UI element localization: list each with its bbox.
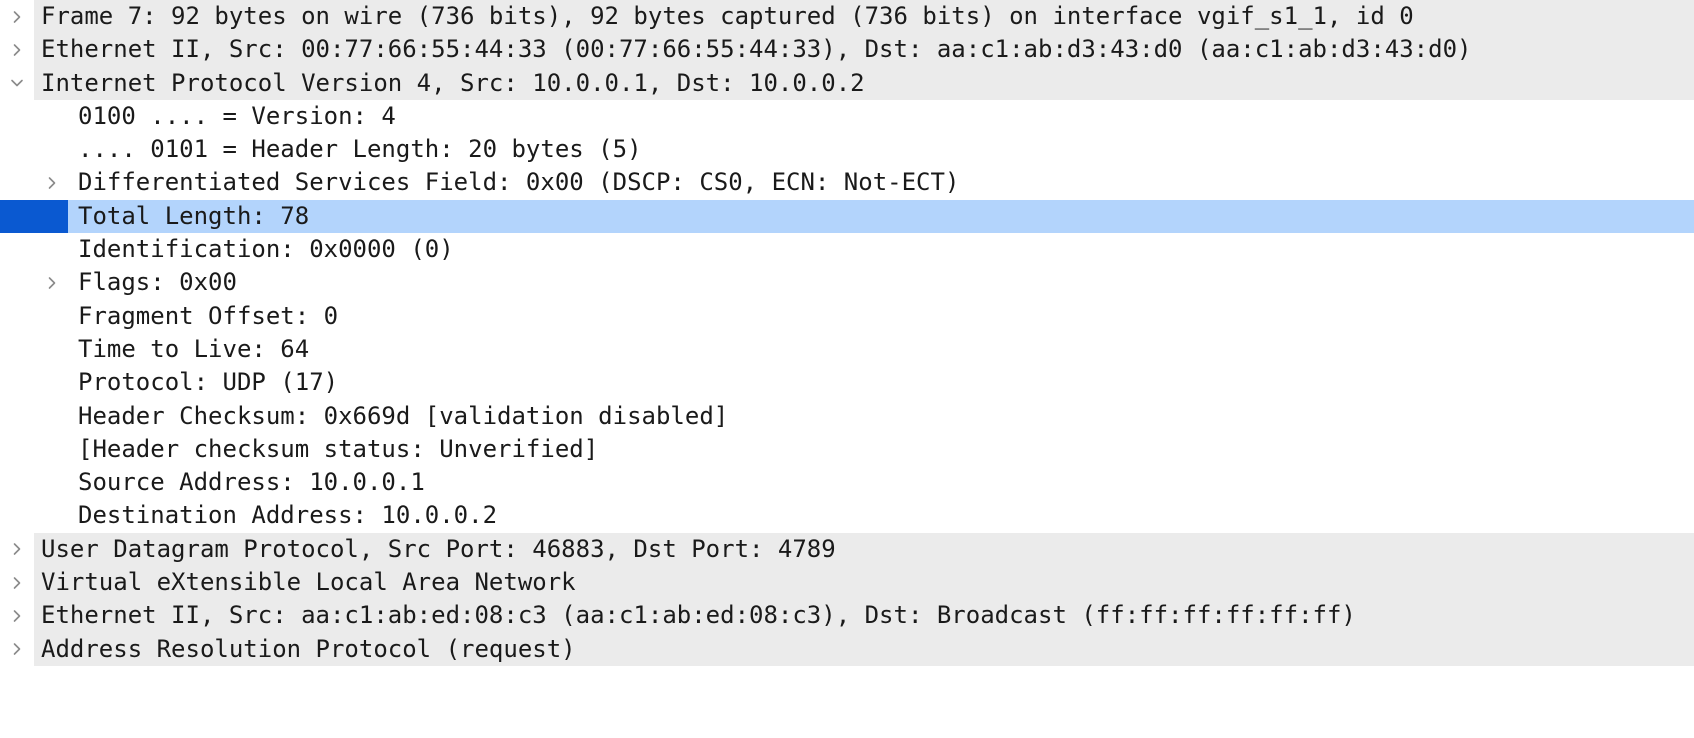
tree-row-label: Source Address: 10.0.0.1	[78, 468, 425, 497]
selection-marker	[0, 199, 68, 234]
tree-row-label: Frame 7: 92 bytes on wire (736 bits), 92…	[41, 2, 1414, 30]
tree-row-label: Virtual eXtensible Local Area Network	[41, 568, 576, 597]
tree-row-label: Address Resolution Protocol (request)	[41, 634, 576, 663]
tree-row-field[interactable]: Flags: 0x00	[0, 266, 1694, 300]
tree-row-protocol[interactable]: Frame 7: 92 bytes on wire (736 bits), 92…	[13, 0, 1694, 34]
tree-row-field[interactable]: [Header checksum status: Unverified]	[0, 432, 1694, 467]
tree-row-protocol[interactable]: Address Resolution Protocol (request)	[13, 632, 1694, 666]
chevron-right-icon[interactable]	[42, 266, 62, 299]
chevron-right-icon[interactable]	[0, 533, 34, 566]
tree-row-protocol[interactable]: User Datagram Protocol, Src Port: 46883,…	[13, 532, 1694, 567]
tree-row-field[interactable]: Header Checksum: 0x669d [validation disa…	[0, 399, 1694, 433]
tree-row-selected[interactable]: Total Length: 78	[0, 199, 1694, 234]
tree-row-field[interactable]: .... 0101 = Header Length: 20 bytes (5)	[0, 133, 1694, 167]
chevron-right-icon[interactable]	[0, 633, 34, 666]
chevron-right-icon[interactable]	[42, 166, 62, 199]
tree-row-protocol[interactable]: Ethernet II, Src: 00:77:66:55:44:33 (00:…	[13, 33, 1694, 67]
tree-row-label: 0100 .... = Version: 4	[78, 101, 396, 130]
tree-row-label: Header Checksum: 0x669d [validation disa…	[78, 401, 729, 430]
tree-row-label: Differentiated Services Field: 0x00 (DSC…	[78, 168, 960, 197]
tree-row-label: Ethernet II, Src: 00:77:66:55:44:33 (00:…	[41, 35, 1472, 64]
tree-row-label: Destination Address: 10.0.0.2	[78, 501, 498, 530]
chevron-right-icon[interactable]	[0, 33, 34, 66]
tree-row-protocol[interactable]: Ethernet II, Src: aa:c1:ab:ed:08:c3 (aa:…	[13, 599, 1694, 633]
tree-row-field[interactable]: 0100 .... = Version: 4	[0, 99, 1694, 134]
tree-row-label: Fragment Offset: 0	[78, 301, 339, 330]
tree-row-label: Flags: 0x00	[78, 268, 237, 297]
tree-row-field[interactable]: Fragment Offset: 0	[0, 299, 1694, 333]
tree-row-field[interactable]: Protocol: UDP (17)	[0, 366, 1694, 400]
tree-row-field[interactable]: Destination Address: 10.0.0.2	[0, 499, 1694, 533]
tree-row-field[interactable]: Time to Live: 64	[0, 332, 1694, 367]
chevron-right-icon[interactable]	[0, 599, 34, 632]
tree-row-label: User Datagram Protocol, Src Port: 46883,…	[41, 534, 836, 563]
tree-row-protocol[interactable]: Virtual eXtensible Local Area Network	[13, 566, 1694, 600]
chevron-down-icon[interactable]	[0, 67, 34, 100]
tree-row-label: Protocol: UDP (17)	[78, 368, 339, 397]
tree-row-label: [Header checksum status: Unverified]	[78, 434, 599, 463]
tree-row-field[interactable]: Source Address: 10.0.0.1	[0, 466, 1694, 500]
tree-row-label: Identification: 0x0000 (0)	[78, 235, 454, 264]
tree-row-label: Time to Live: 64	[78, 334, 310, 363]
tree-row-label: Ethernet II, Src: aa:c1:ab:ed:08:c3 (aa:…	[41, 601, 1356, 630]
tree-row-label: .... 0101 = Header Length: 20 bytes (5)	[78, 135, 642, 164]
tree-row-field[interactable]: Differentiated Services Field: 0x00 (DSC…	[0, 166, 1694, 200]
chevron-right-icon[interactable]	[0, 566, 34, 599]
tree-row-label: Total Length: 78	[78, 201, 310, 230]
tree-row-label: Internet Protocol Version 4, Src: 10.0.0…	[41, 68, 865, 97]
packet-details-tree[interactable]: Frame 7: 92 bytes on wire (736 bits), 92…	[0, 0, 1694, 666]
tree-row-protocol[interactable]: Internet Protocol Version 4, Src: 10.0.0…	[11, 66, 1694, 100]
chevron-right-icon[interactable]	[0, 0, 34, 33]
tree-row-field[interactable]: Identification: 0x0000 (0)	[0, 233, 1694, 267]
